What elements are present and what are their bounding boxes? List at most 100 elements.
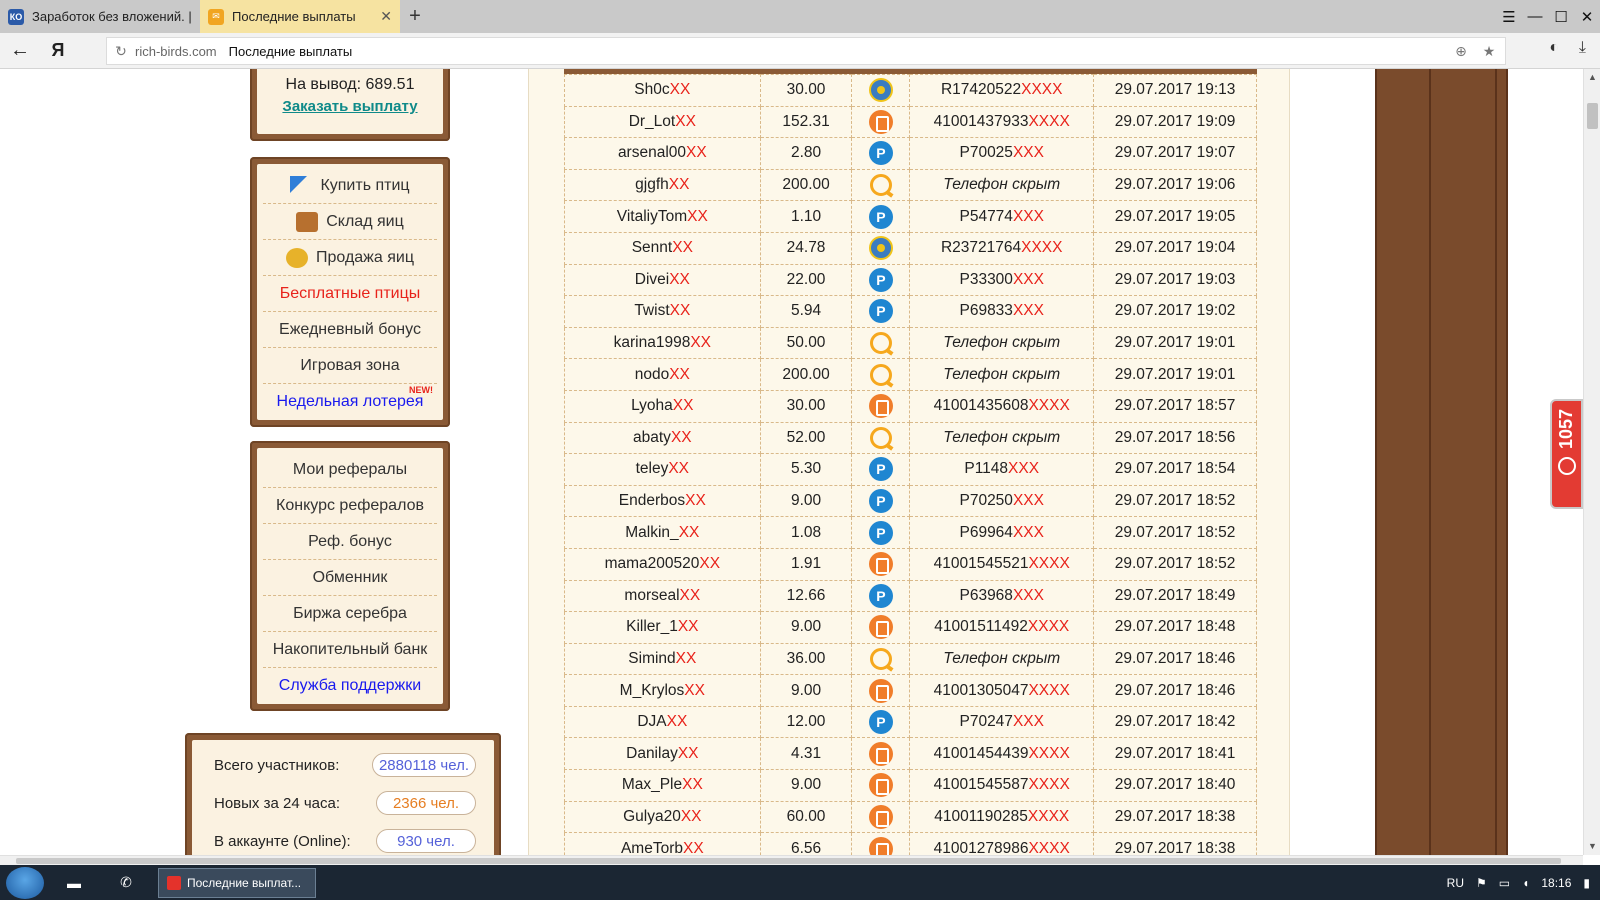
payout-user: AmeTorbXX xyxy=(564,832,761,855)
account-number: 41001545587 xyxy=(933,776,1029,794)
payout-account: Телефон скрыт xyxy=(909,642,1095,676)
horizontal-scrollbar[interactable] xyxy=(0,855,1583,865)
payout-system: P xyxy=(851,705,911,739)
payout-account: 41001545521XXXX xyxy=(909,547,1095,581)
menu-item[interactable]: Биржа серебра xyxy=(263,596,437,632)
account-mask: XXXX xyxy=(1028,112,1070,130)
taskbar-app-icon[interactable]: ▬ xyxy=(52,868,96,898)
menu-item[interactable]: Продажа яиц xyxy=(263,240,437,276)
webmoney-icon xyxy=(868,236,893,261)
scrollbar-thumb[interactable] xyxy=(1587,103,1598,129)
ko-favicon-icon: КО xyxy=(8,8,24,25)
payout-user: LyohaXX xyxy=(564,389,761,423)
menu-item[interactable]: Реф. бонус xyxy=(263,524,437,560)
scroll-up-icon[interactable]: ▲ xyxy=(1584,69,1600,86)
protect-icon[interactable]: ⊕ xyxy=(1451,41,1471,61)
account-number: 41001437933 xyxy=(933,112,1029,130)
clock[interactable]: 18:16 xyxy=(1541,876,1571,890)
account-number: P54774 xyxy=(959,207,1013,225)
new-tab-button[interactable]: + xyxy=(400,0,430,33)
language-indicator[interactable]: RU xyxy=(1447,876,1464,890)
tab-payouts[interactable]: ✉ Последние выплаты ✕ xyxy=(200,0,400,33)
menu-item[interactable]: Служба поддержки xyxy=(263,668,437,704)
tab-earnings[interactable]: КО Заработок без вложений. | xyxy=(0,0,200,33)
payout-amount: 36.00 xyxy=(759,642,853,676)
maximize-icon[interactable]: ☐ xyxy=(1548,8,1574,26)
close-window-icon[interactable]: ✕ xyxy=(1574,8,1600,26)
payout-amount: 9.00 xyxy=(759,484,853,518)
menu-icon[interactable]: ☰ xyxy=(1496,8,1522,26)
payout-amount: 1.10 xyxy=(759,200,853,233)
menu-item[interactable]: Обменник xyxy=(263,560,437,596)
user-name: Killer_1 xyxy=(626,618,678,636)
tab-bar: КО Заработок без вложений. | ✉ Последние… xyxy=(0,0,1600,33)
flag-icon[interactable]: ⚑ xyxy=(1476,876,1487,890)
payout-date: 29.07.2017 19:01 xyxy=(1093,326,1257,360)
minimize-icon[interactable]: — xyxy=(1522,8,1548,25)
reload-icon[interactable]: ↻ xyxy=(107,43,135,60)
profile-icon[interactable]: ◐ xyxy=(1549,39,1559,57)
scroll-down-icon[interactable]: ▼ xyxy=(1584,838,1600,855)
menu-item[interactable]: Мои рефералы xyxy=(263,452,437,488)
payout-date: 29.07.2017 18:46 xyxy=(1093,674,1257,707)
payeer-icon: P xyxy=(868,710,893,735)
vertical-scrollbar[interactable]: ▲ ▼ xyxy=(1583,69,1600,855)
account-number: Телефон скрыт xyxy=(943,176,1061,194)
menu-item[interactable]: Ежедневный бонус xyxy=(263,312,437,348)
menu-item-label: Биржа серебра xyxy=(293,604,407,622)
show-desktop-icon[interactable]: ▮ xyxy=(1583,876,1590,890)
tab-title: Заработок без вложений. | xyxy=(32,9,192,24)
payeer-icon: P xyxy=(868,520,893,545)
user-mask: XX xyxy=(669,81,691,99)
yandex-money-icon xyxy=(868,773,893,798)
yandex-logo-icon[interactable]: Я xyxy=(40,40,76,61)
payout-user: Killer_1XX xyxy=(564,611,761,644)
account-mask: XXX xyxy=(1012,207,1044,225)
user-name: Malkin_ xyxy=(625,523,679,541)
payout-system: P xyxy=(851,263,911,297)
user-mask: XX xyxy=(675,112,696,130)
viber-icon[interactable]: ✆ xyxy=(104,868,148,898)
payout-user: DanilayXX xyxy=(564,737,761,771)
start-button[interactable] xyxy=(6,866,44,899)
stat-row: Всего участников: 2880118 чел. xyxy=(192,746,494,784)
menu-item[interactable]: Склад яиц xyxy=(263,204,437,240)
taskbar-browser-item[interactable]: Последние выплат... xyxy=(158,867,316,898)
back-arrow-icon[interactable]: ← xyxy=(0,39,40,62)
payout-user: morsealXX xyxy=(564,579,761,613)
order-payout-link[interactable]: Заказать выплату xyxy=(257,94,443,115)
payout-system: P xyxy=(851,579,911,613)
system-tray: RU ⚑ ▭ ◖ 18:16 ▮ xyxy=(1447,865,1590,900)
menu-item[interactable]: Накопительный банк xyxy=(263,632,437,668)
url-field[interactable]: ↻ rich-birds.com Последние выплаты ⊕ ★ xyxy=(106,37,1506,65)
network-icon[interactable]: ▭ xyxy=(1499,876,1510,890)
account-number: 41001454439 xyxy=(933,744,1029,762)
user-name: gjgfh xyxy=(635,176,669,194)
account-mask: XXXX xyxy=(1028,776,1070,794)
menu-item-label: Обменник xyxy=(312,568,388,586)
account-mask: XXX xyxy=(1012,586,1044,604)
user-mask: XX xyxy=(672,239,693,257)
payout-date: 29.07.2017 19:01 xyxy=(1093,358,1257,391)
qiwi-icon xyxy=(869,363,892,386)
payout-amount: 200.00 xyxy=(759,358,853,391)
stat-label: Всего участников: xyxy=(214,756,340,774)
bookmark-star-icon[interactable]: ★ xyxy=(1479,41,1499,61)
payout-date: 29.07.2017 19:04 xyxy=(1093,231,1257,265)
close-tab-icon[interactable]: ✕ xyxy=(380,8,392,25)
stats-panel: Всего участников: 2880118 чел. Новых за 24… xyxy=(185,733,501,855)
menu-item[interactable]: Купить птиц xyxy=(263,168,437,204)
h-scrollbar-thumb[interactable] xyxy=(16,858,1561,864)
qiwi-icon xyxy=(869,332,892,355)
menu-item[interactable]: Недельная лотерея NEW! xyxy=(263,384,437,420)
menu-item[interactable]: Игровая зона xyxy=(263,348,437,384)
user-name: Dr_Lot xyxy=(628,112,676,130)
payeer-icon: P xyxy=(868,267,893,292)
menu-item[interactable]: Конкурс рефералов xyxy=(263,488,437,524)
download-icon[interactable]: ⤓ xyxy=(1579,39,1586,57)
table-row: abatyXX 52.00 Телефон скрыт 29.07.2017 18:5… xyxy=(564,421,1257,455)
menu-item[interactable]: Бесплатные птицы xyxy=(263,276,437,312)
volume-icon[interactable]: ◖ xyxy=(1522,876,1529,890)
payout-user: teleyXX xyxy=(564,453,761,486)
visitor-counter-widget[interactable]: 1057 xyxy=(1550,399,1583,509)
